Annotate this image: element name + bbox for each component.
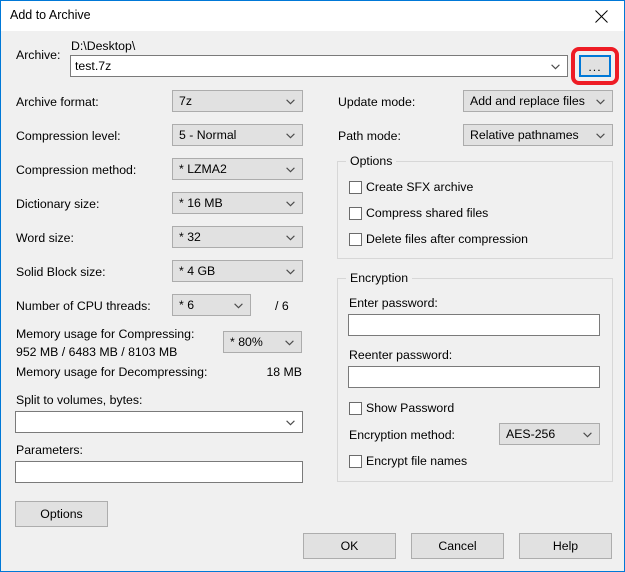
options-button[interactable]: Options <box>15 501 108 527</box>
window-title: Add to Archive <box>10 8 91 22</box>
memory-usage-percent-value: * 80% <box>230 335 263 349</box>
archive-name-value: test.7z <box>75 59 112 73</box>
dictionary-size-value: * 16 MB <box>179 196 223 210</box>
ok-button[interactable]: OK <box>303 533 396 559</box>
checkbox-icon <box>349 402 362 415</box>
dictionary-size-label: Dictionary size: <box>16 197 100 211</box>
solid-block-size-value: * 4 GB <box>179 264 216 278</box>
solid-block-size-label: Solid Block size: <box>16 265 106 279</box>
chevron-down-icon <box>286 269 295 275</box>
split-to-volumes-label: Split to volumes, bytes: <box>16 393 143 407</box>
browse-button-label: ... <box>588 60 602 74</box>
memory-decompressing-value: 18 MB <box>266 365 302 379</box>
path-mode-label: Path mode: <box>338 129 401 143</box>
checkbox-icon <box>349 233 362 246</box>
compression-level-label: Compression level: <box>16 129 121 143</box>
add-to-archive-dialog: Add to Archive Archive: D:\Desktop\ test… <box>0 0 625 572</box>
dictionary-size-combo[interactable]: * 16 MB <box>172 192 303 214</box>
chevron-down-icon <box>234 303 243 309</box>
enter-password-input[interactable] <box>348 314 600 336</box>
chevron-down-icon <box>286 99 295 105</box>
parameters-input[interactable] <box>15 461 303 483</box>
checkbox-icon <box>349 455 362 468</box>
cpu-threads-total: / 6 <box>275 299 289 313</box>
archive-format-value: 7z <box>179 94 192 108</box>
memory-compressing-detail: 952 MB / 6483 MB / 8103 MB <box>16 345 178 359</box>
compression-method-value: * LZMA2 <box>179 162 227 176</box>
update-mode-value: Add and replace files <box>470 94 585 108</box>
chevron-down-icon <box>583 432 592 438</box>
cpu-threads-label: Number of CPU threads: <box>16 299 151 313</box>
memory-usage-percent-combo[interactable]: * 80% <box>223 331 302 353</box>
cpu-threads-value: * 6 <box>179 298 195 312</box>
archive-format-label: Archive format: <box>16 95 99 109</box>
archive-name-combo[interactable]: test.7z <box>70 55 568 77</box>
checkbox-label: Compress shared files <box>366 206 489 220</box>
checkbox-label: Delete files after compression <box>366 232 528 246</box>
path-mode-combo[interactable]: Relative pathnames <box>463 124 613 146</box>
archive-format-combo[interactable]: 7z <box>172 90 303 112</box>
encryption-group-legend: Encryption <box>346 271 413 285</box>
chevron-down-icon <box>286 133 295 139</box>
chevron-down-icon <box>596 133 605 139</box>
checkbox-label: Encrypt file names <box>366 454 468 468</box>
options-group-legend: Options <box>346 154 397 168</box>
close-button[interactable] <box>579 1 624 30</box>
path-mode-value: Relative pathnames <box>470 128 579 142</box>
word-size-value: * 32 <box>179 230 201 244</box>
chevron-down-icon <box>551 64 560 70</box>
encryption-method-value: AES-256 <box>506 427 556 441</box>
reenter-password-input[interactable] <box>348 366 600 388</box>
word-size-label: Word size: <box>16 231 74 245</box>
split-to-volumes-combo[interactable] <box>15 411 303 433</box>
memory-compressing-label: Memory usage for Compressing: <box>16 327 195 341</box>
compression-method-combo[interactable]: * LZMA2 <box>172 158 303 180</box>
cpu-threads-combo[interactable]: * 6 <box>172 294 251 316</box>
update-mode-combo[interactable]: Add and replace files <box>463 90 613 112</box>
memory-decompressing-label: Memory usage for Decompressing: <box>16 365 208 379</box>
encryption-method-combo[interactable]: AES-256 <box>499 423 600 445</box>
cancel-button[interactable]: Cancel <box>411 533 504 559</box>
chevron-down-icon <box>286 201 295 207</box>
checkbox-label: Show Password <box>366 401 455 415</box>
browse-button[interactable]: ... <box>579 55 611 77</box>
compression-method-label: Compression method: <box>16 163 137 177</box>
archive-path-text: D:\Desktop\ <box>71 39 136 53</box>
reenter-password-label: Reenter password: <box>349 348 453 362</box>
parameters-label: Parameters: <box>16 443 83 457</box>
chevron-down-icon <box>596 99 605 105</box>
word-size-combo[interactable]: * 32 <box>172 226 303 248</box>
update-mode-label: Update mode: <box>338 95 416 109</box>
checkbox-label: Create SFX archive <box>366 180 474 194</box>
close-icon <box>595 10 608 23</box>
encryption-method-label: Encryption method: <box>349 428 455 442</box>
archive-label: Archive: <box>16 48 61 62</box>
solid-block-size-combo[interactable]: * 4 GB <box>172 260 303 282</box>
compression-level-value: 5 - Normal <box>179 128 237 142</box>
chevron-down-icon <box>286 235 295 241</box>
chevron-down-icon <box>285 340 294 346</box>
help-button[interactable]: Help <box>519 533 612 559</box>
compression-level-combo[interactable]: 5 - Normal <box>172 124 303 146</box>
checkbox-icon <box>349 207 362 220</box>
chevron-down-icon <box>286 420 295 426</box>
checkbox-icon <box>349 181 362 194</box>
title-bar: Add to Archive <box>1 1 624 31</box>
chevron-down-icon <box>286 167 295 173</box>
enter-password-label: Enter password: <box>349 296 438 310</box>
